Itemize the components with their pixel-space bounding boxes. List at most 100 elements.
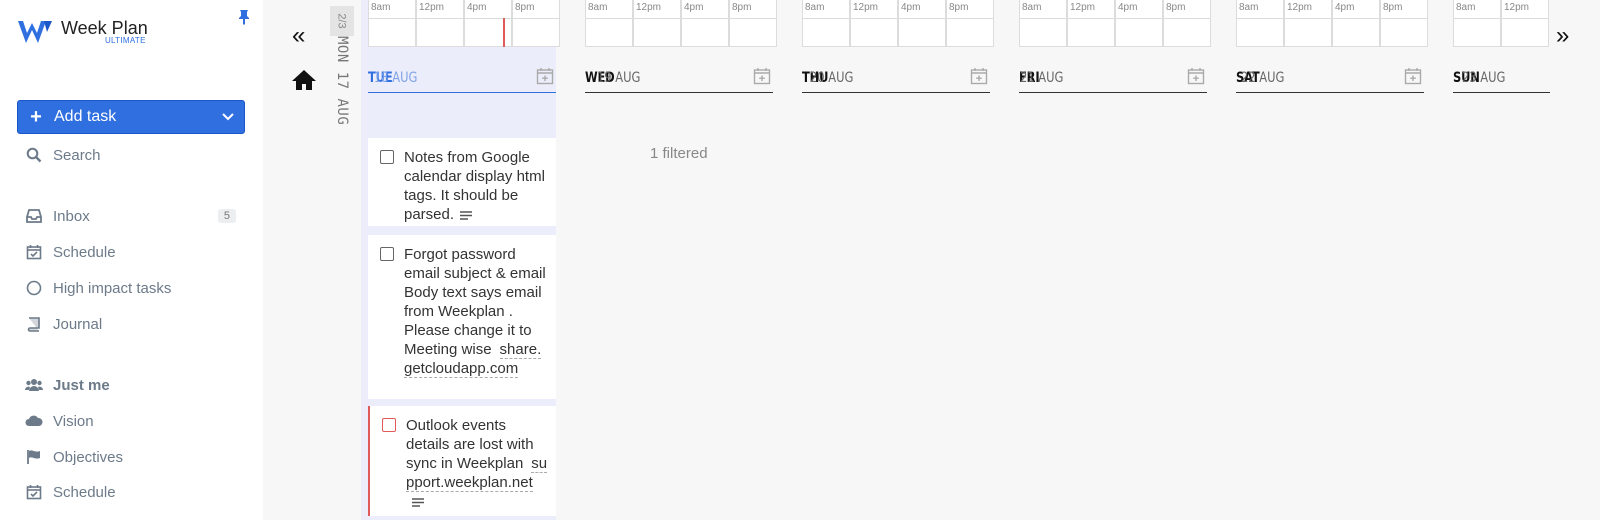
calendar-check-icon: [25, 243, 43, 261]
timeline-slot[interactable]: 12pm: [1067, 0, 1115, 47]
home-icon[interactable]: [291, 69, 317, 91]
timeline-slot[interactable]: 4pm: [681, 0, 729, 47]
search-icon: [25, 146, 43, 164]
sidebar-item-label: Journal: [53, 315, 103, 333]
timeline-slot[interactable]: 8am: [1019, 0, 1067, 47]
timeline-slot[interactable]: 8pm: [1380, 0, 1428, 47]
day-column-thu: 8am 12pm 4pm 8pm THU 20 AUG: [795, 0, 994, 520]
calendar-check-icon: [25, 483, 43, 501]
day-date: 21 AUG: [1019, 69, 1064, 86]
sidebar-item-team-schedule[interactable]: Schedule: [25, 481, 240, 503]
calendar-add-icon[interactable]: [536, 67, 554, 85]
sidebar-item-high-impact[interactable]: High impact tasks: [25, 277, 240, 299]
day-timeline[interactable]: 8am 12pm 4pm 8pm: [802, 0, 994, 47]
sidebar-item-journal[interactable]: Journal: [25, 313, 240, 335]
calendar-add-icon[interactable]: [1404, 67, 1422, 85]
day-timeline[interactable]: 8am 12pm 4pm 8pm: [585, 0, 777, 47]
timeline-slot[interactable]: 12pm: [1284, 0, 1332, 47]
brand-tier: ULTIMATE: [104, 36, 146, 45]
sidebar-item-schedule[interactable]: Schedule: [25, 241, 240, 263]
day-header[interactable]: FRI 21 AUG: [1019, 63, 1207, 93]
sidebar-item-inbox[interactable]: Inbox 5: [25, 205, 240, 227]
plus-icon: +: [30, 106, 42, 128]
timeline-slot[interactable]: 8pm: [729, 0, 777, 47]
monday-task-count: 2/3: [330, 6, 354, 36]
timeline-slot[interactable]: 4pm: [898, 0, 946, 47]
timeline-slot[interactable]: 4pm: [1332, 0, 1380, 47]
users-icon: [25, 376, 43, 394]
day-column-tue: 8am 12pm 4pm 8pm TUE 18 AUG Notes from G…: [361, 0, 560, 520]
timeline-slot[interactable]: 8pm: [946, 0, 994, 47]
task-card-overdue[interactable]: Outlook events details are lost with syn…: [368, 406, 556, 516]
day-column-fri: 8am 12pm 4pm 8pm FRI 21 AUG: [1012, 0, 1211, 520]
brand-name: Week Plan: [61, 18, 148, 38]
task-checkbox[interactable]: [380, 247, 394, 261]
cloud-icon: [25, 412, 43, 430]
timeline-slot[interactable]: 12pm: [850, 0, 898, 47]
sidebar-item-label: Schedule: [53, 243, 116, 261]
timeline-slot[interactable]: 8am: [1236, 0, 1284, 47]
day-column-sat: 8am 12pm 4pm 8pm SAT 22 AUG: [1229, 0, 1428, 520]
day-header[interactable]: WED 19 AUG: [585, 63, 773, 93]
calendar-add-icon[interactable]: [753, 67, 771, 85]
timeline-slot[interactable]: 8pm: [1163, 0, 1211, 47]
weekplan-logo-icon: [18, 21, 52, 43]
day-header[interactable]: TUE 18 AUG: [368, 63, 556, 93]
day-header[interactable]: SUN 23 AUG: [1453, 63, 1550, 93]
day-date: 18 AUG: [373, 69, 418, 86]
day-date: 23 AUG: [1461, 69, 1505, 86]
filtered-count[interactable]: 1 filtered: [650, 145, 708, 162]
task-checkbox[interactable]: [380, 150, 394, 164]
timeline-slot[interactable]: 8am: [585, 0, 633, 47]
previous-week-icon[interactable]: «: [292, 24, 305, 48]
flag-icon: [25, 448, 43, 466]
timeline-slot[interactable]: 12pm: [633, 0, 681, 47]
monday-collapsed[interactable]: 2/3 MON 17 AUG: [330, 0, 354, 140]
task-checkbox[interactable]: [382, 418, 396, 432]
current-time-indicator: [503, 18, 505, 47]
day-timeline[interactable]: 8am 12pm: [1453, 0, 1549, 47]
day-date: 22 AUG: [1240, 69, 1285, 86]
sidebar-item-vision[interactable]: Vision: [25, 410, 240, 432]
sidebar-item-team[interactable]: Just me: [25, 374, 240, 396]
brand[interactable]: Week Plan ULTIMATE: [17, 18, 148, 46]
task-card[interactable]: Notes from Google calendar display html …: [368, 138, 556, 226]
circle-icon: [25, 279, 43, 297]
day-header[interactable]: THU 20 AUG: [802, 63, 990, 93]
pin-icon[interactable]: [237, 9, 251, 25]
inbox-icon: [25, 207, 43, 225]
timeline-slot[interactable]: 8am: [802, 0, 850, 47]
task-text: Outlook events details are lost with syn…: [406, 417, 534, 472]
timeline-slot[interactable]: 8pm: [512, 0, 560, 47]
sidebar-item-label: Objectives: [53, 448, 124, 466]
timeline-slot[interactable]: 12pm: [1501, 0, 1549, 47]
timeline-slot[interactable]: 8am: [368, 0, 416, 47]
inbox-count-badge: 5: [217, 209, 236, 223]
add-task-button[interactable]: + Add task: [17, 100, 245, 134]
day-timeline[interactable]: 8am 12pm 4pm 8pm: [1236, 0, 1428, 47]
task-card[interactable]: Forgot password email subject & email Bo…: [368, 235, 556, 399]
sidebar-item-label: High impact tasks: [53, 279, 172, 297]
sidebar-item-objectives[interactable]: Objectives: [25, 446, 240, 468]
day-timeline[interactable]: 8am 12pm 4pm 8pm: [1019, 0, 1211, 47]
timeline-slot[interactable]: 4pm: [1115, 0, 1163, 47]
sidebar-item-search[interactable]: Search: [25, 144, 240, 166]
next-week-icon[interactable]: »: [1556, 24, 1569, 48]
book-icon: [25, 315, 43, 333]
calendar-add-icon[interactable]: [970, 67, 988, 85]
sidebar: Week Plan ULTIMATE + Add task Search Inb…: [0, 0, 263, 520]
day-header[interactable]: SAT 22 AUG: [1236, 63, 1424, 93]
day-column-sun: 8am 12pm SUN 23 AUG: [1446, 0, 1550, 520]
notes-icon: [460, 210, 473, 220]
day-date: 20 AUG: [810, 69, 854, 86]
calendar-add-icon[interactable]: [1187, 67, 1205, 85]
sidebar-item-label: Inbox: [53, 207, 90, 225]
timeline-slot[interactable]: 8am: [1453, 0, 1501, 47]
day-timeline[interactable]: 8am 12pm 4pm 8pm: [368, 0, 560, 47]
timeline-slot[interactable]: 12pm: [416, 0, 464, 47]
sidebar-item-label: Just me: [53, 376, 110, 394]
monday-label: MON 17 AUG: [334, 36, 350, 126]
chevron-down-icon[interactable]: [212, 113, 244, 121]
sidebar-item-label: Search: [53, 146, 101, 164]
day-date: 19 AUG: [597, 69, 641, 86]
